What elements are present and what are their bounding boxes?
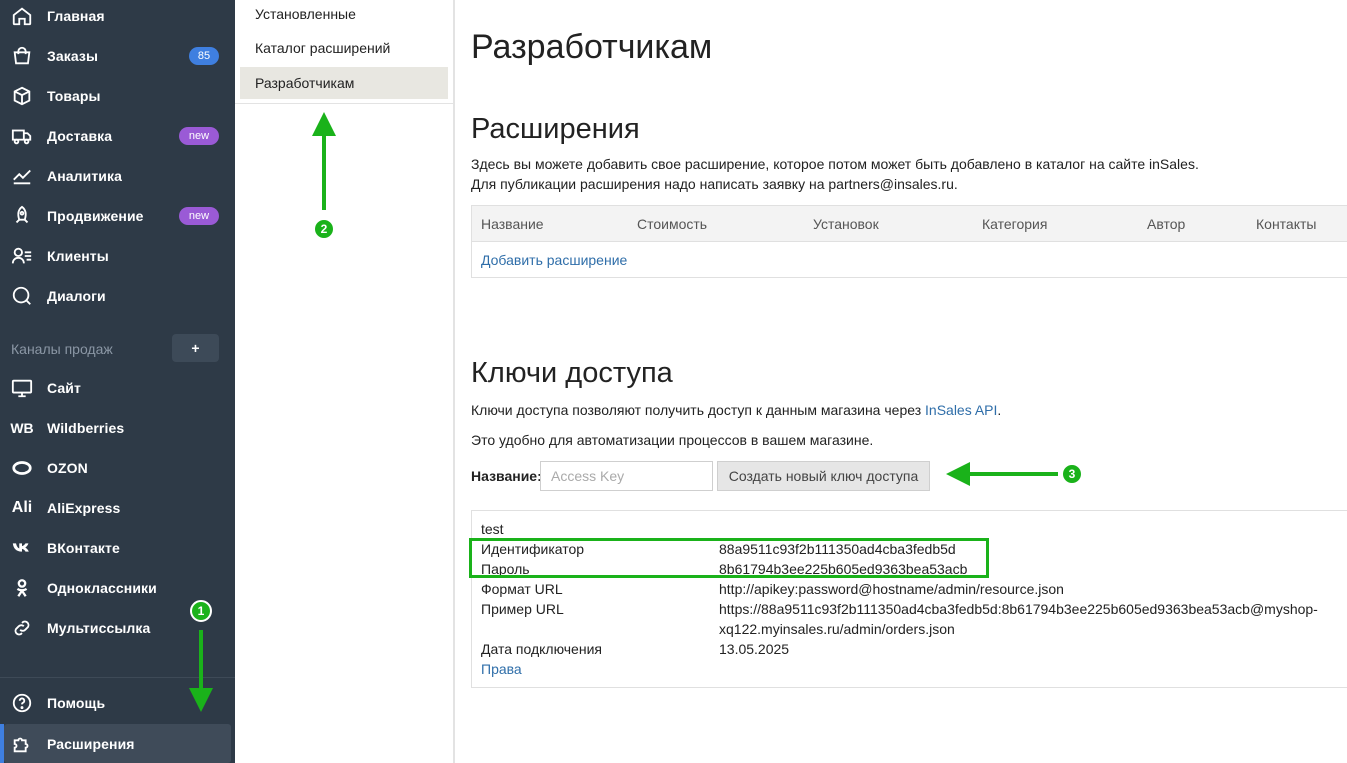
annotation-arrows: [189, 112, 1058, 712]
annotation-marker-2: 2: [313, 218, 335, 240]
annotation-marker-3: 3: [1061, 463, 1083, 485]
annotation-marker-1: 1: [190, 600, 212, 622]
